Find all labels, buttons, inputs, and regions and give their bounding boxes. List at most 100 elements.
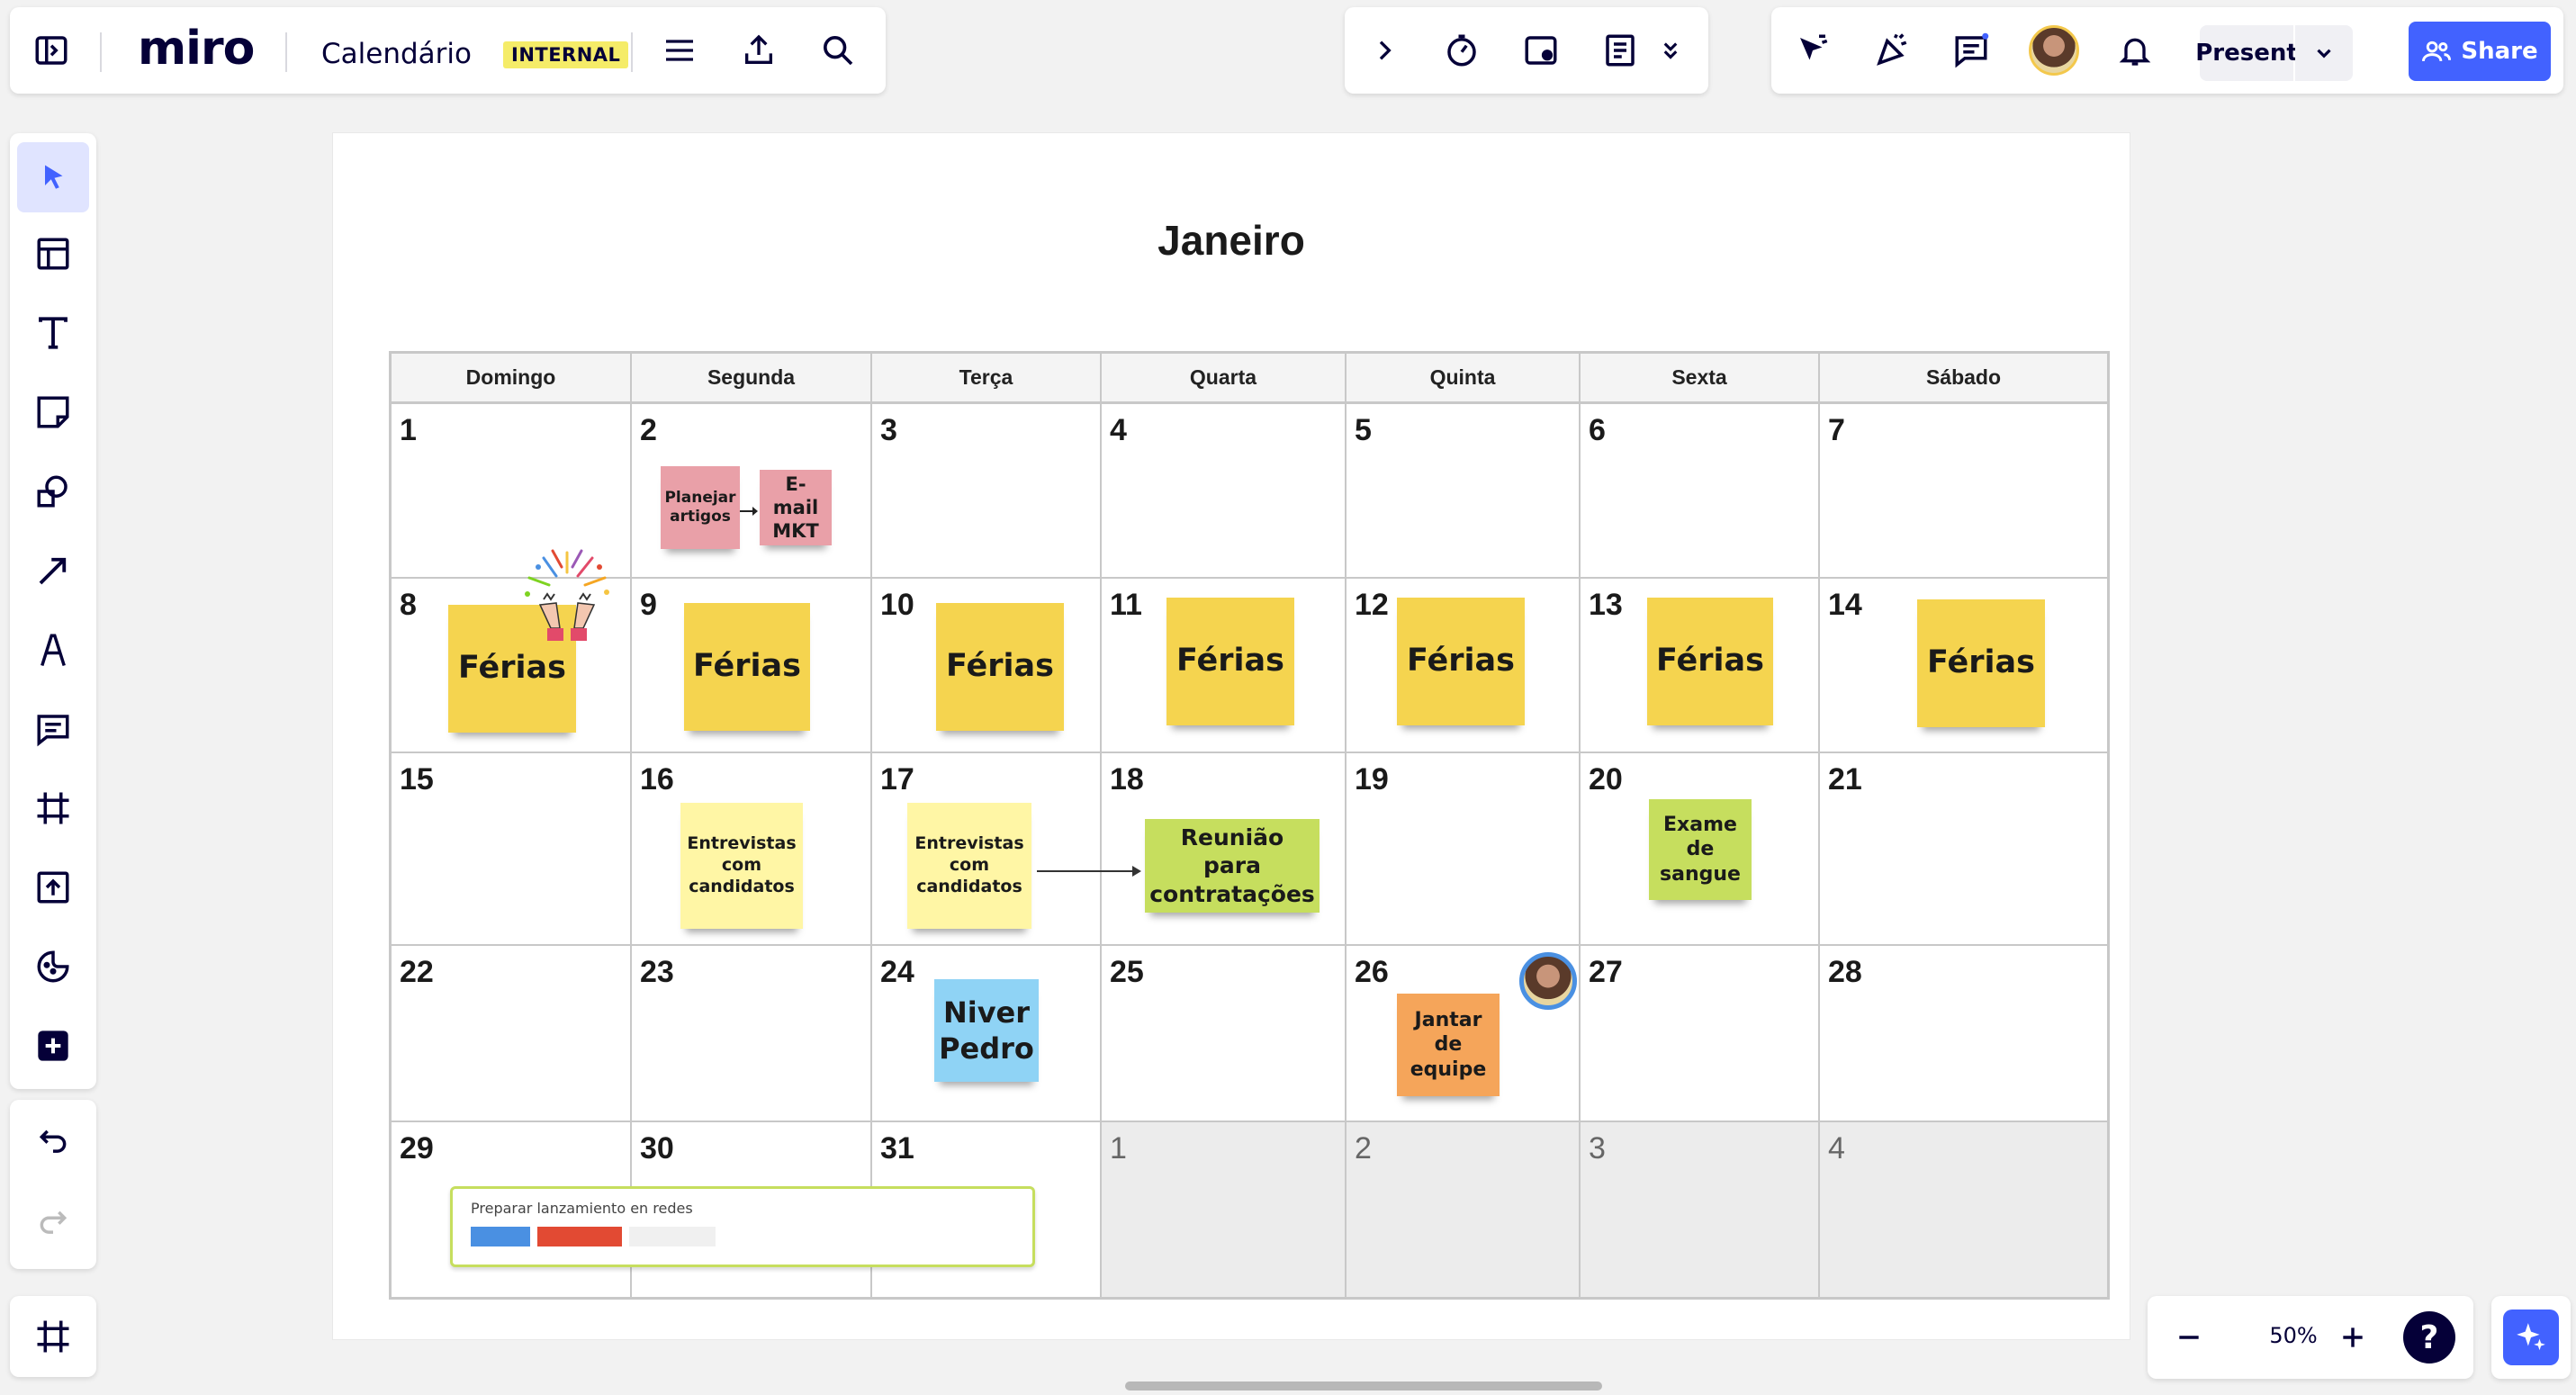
day-number: 10: [880, 588, 914, 622]
day-cell[interactable]: 23: [632, 946, 872, 1122]
notes-icon[interactable]: [1591, 22, 1649, 79]
celebrate-icon[interactable]: [1863, 22, 1921, 79]
present-options-chevron-icon[interactable]: [2295, 25, 2353, 81]
day-cell-next-month[interactable]: 4: [1820, 1122, 2107, 1297]
undo-icon[interactable]: [24, 1112, 82, 1170]
templates-icon[interactable]: [24, 225, 82, 283]
frames-panel: [10, 1296, 96, 1377]
zoom-controls: 50% ?: [2148, 1296, 2473, 1379]
user-avatar[interactable]: [2029, 25, 2079, 76]
sticky-note[interactable]: Férias: [1166, 598, 1294, 725]
sticky-note[interactable]: Férias: [1647, 598, 1773, 725]
sticky-note[interactable]: Entrevistas com candidatos: [907, 803, 1031, 929]
more-apps-plus-icon[interactable]: [24, 1017, 82, 1075]
ai-sparkle-icon[interactable]: [2503, 1310, 2559, 1365]
sticky-note[interactable]: Exame de sangue: [1649, 799, 1752, 900]
day-number: 9: [640, 588, 657, 622]
connector-arrow-icon[interactable]: [740, 504, 760, 518]
task-card-title: Preparar lanzamiento en redes: [471, 1200, 693, 1217]
sticky-note[interactable]: Férias: [1397, 598, 1525, 725]
sticky-note[interactable]: Planejar artigos: [661, 466, 740, 549]
sticky-note[interactable]: Férias: [1917, 599, 2045, 727]
share-button[interactable]: Share: [2409, 22, 2551, 81]
card-view-icon[interactable]: [1512, 22, 1570, 79]
day-number: 7: [1828, 413, 1845, 447]
frame-icon[interactable]: [24, 779, 82, 837]
day-number: 26: [1355, 955, 1389, 989]
day-number: 1: [1110, 1131, 1127, 1166]
more-chevron-icon[interactable]: [1642, 22, 1699, 79]
day-cell[interactable]: 15: [392, 753, 632, 946]
day-cell[interactable]: 7: [1820, 404, 2107, 579]
present-button[interactable]: Present: [2195, 25, 2298, 81]
sticky-note[interactable]: Férias: [936, 603, 1064, 731]
help-button[interactable]: ?: [2403, 1311, 2455, 1364]
day-cell[interactable]: 6: [1581, 404, 1820, 579]
zoom-level[interactable]: 50%: [2257, 1323, 2329, 1348]
day-number: 19: [1355, 762, 1389, 796]
day-number: 12: [1355, 588, 1389, 622]
horizontal-scrollbar[interactable]: [1125, 1382, 1602, 1390]
day-cell[interactable]: 5: [1347, 404, 1581, 579]
day-cell[interactable]: 22: [392, 946, 632, 1122]
day-cell-next-month[interactable]: 3: [1581, 1122, 1820, 1297]
sticky-note[interactable]: Niver Pedro: [934, 979, 1039, 1082]
day-number: 14: [1828, 588, 1862, 622]
board-title[interactable]: Calendário: [321, 38, 472, 70]
timer-icon[interactable]: [1433, 22, 1491, 79]
sidebar-toggle-icon[interactable]: [23, 22, 80, 79]
miro-logo[interactable]: miro: [138, 22, 255, 76]
day-cell-next-month[interactable]: 1: [1102, 1122, 1347, 1297]
sticky-note[interactable]: Férias: [684, 603, 810, 731]
redo-icon[interactable]: [24, 1193, 82, 1251]
history-toolbar: [10, 1100, 96, 1269]
connector-line-icon[interactable]: [24, 542, 82, 599]
creation-toolbar: [10, 133, 96, 1089]
celebration-sticker[interactable]: [517, 545, 617, 646]
month-title[interactable]: Janeiro: [333, 216, 2130, 265]
sticky-note[interactable]: Jantar de equipe: [1397, 994, 1500, 1096]
sticky-note[interactable]: E-mail MKT: [760, 470, 832, 545]
search-icon[interactable]: [809, 22, 867, 79]
day-number: 3: [1589, 1131, 1606, 1166]
day-cell-next-month[interactable]: 2: [1347, 1122, 1581, 1297]
day-cell[interactable]: 21: [1820, 753, 2107, 946]
comments-icon[interactable]: [1942, 22, 2000, 79]
upload-icon[interactable]: [24, 859, 82, 916]
select-tool-icon[interactable]: [17, 142, 89, 212]
comment-icon[interactable]: [24, 700, 82, 758]
day-number: 24: [880, 955, 914, 989]
sticky-note[interactable]: Reunião para contratações: [1145, 819, 1320, 913]
chevron-right-icon[interactable]: [1356, 22, 1413, 79]
stickers-icon[interactable]: [24, 938, 82, 995]
day-number: 30: [640, 1131, 674, 1166]
sticky-note-icon[interactable]: [24, 383, 82, 441]
export-icon[interactable]: [730, 22, 788, 79]
weekday-header: Sexta: [1581, 354, 1820, 404]
day-cell[interactable]: 27: [1581, 946, 1820, 1122]
frames-list-icon[interactable]: [24, 1308, 82, 1365]
day-cell[interactable]: 25: [1102, 946, 1347, 1122]
text-tool-icon[interactable]: [24, 304, 82, 362]
collaborator-cursor-avatar[interactable]: [1519, 952, 1577, 1010]
day-cell[interactable]: 3: [872, 404, 1102, 579]
day-cell[interactable]: 19: [1347, 753, 1581, 946]
divider: [100, 32, 102, 72]
task-card[interactable]: Preparar lanzamiento en redes: [450, 1186, 1035, 1267]
classification-badge[interactable]: INTERNAL: [503, 41, 629, 68]
sticky-note[interactable]: Entrevistas com candidatos: [680, 803, 803, 929]
pen-icon[interactable]: [24, 621, 82, 679]
zoom-in-icon[interactable]: [2324, 1309, 2382, 1366]
day-number: 2: [1355, 1131, 1372, 1166]
day-cell[interactable]: 28: [1820, 946, 2107, 1122]
zoom-out-icon[interactable]: [2160, 1309, 2218, 1366]
collaboration-toolbar: [1345, 7, 1708, 94]
shapes-icon[interactable]: [24, 463, 82, 520]
day-number: 1: [400, 413, 417, 447]
notifications-icon[interactable]: [2106, 22, 2164, 79]
cursor-follow-icon[interactable]: [1784, 22, 1842, 79]
day-number: 16: [640, 762, 674, 796]
day-cell[interactable]: 4: [1102, 404, 1347, 579]
connector-arrow-icon[interactable]: [1037, 862, 1145, 880]
menu-icon[interactable]: [651, 22, 708, 79]
